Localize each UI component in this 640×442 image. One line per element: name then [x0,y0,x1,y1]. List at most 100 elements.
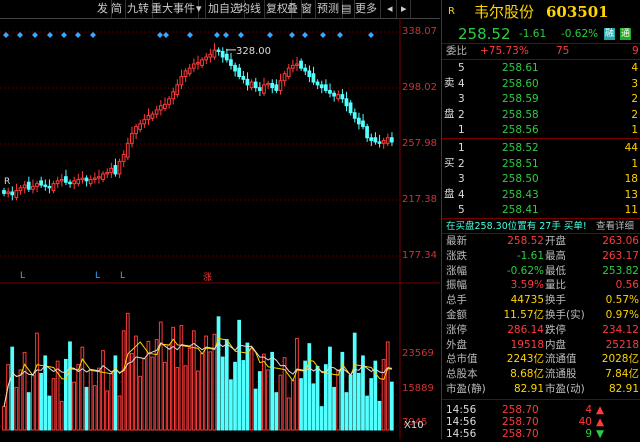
bid-level: 3 [458,173,465,185]
event-diamond [3,32,9,38]
sell-label-1: 卖 [444,76,639,91]
bid-price: 258.52 [502,142,539,154]
candle-body [113,165,118,175]
volume-bar [134,335,138,431]
stat-label: 最低 [545,264,566,277]
buy-side-label: 盘 [444,188,455,200]
ask-row: 1 258.56 1 [444,123,639,138]
bid-volume: 18 [624,173,638,185]
change-value: -1.61 [519,28,547,40]
sell-label-2: 盘 [444,107,639,122]
stat-row: 金额 11.57亿 换手(实) 0.97% [444,308,639,323]
volume-bar [212,333,217,431]
toolbar-item-3[interactable]: 重大事件 [148,0,199,18]
candle-body [237,67,242,78]
event-diamond [187,32,193,38]
connect-badge[interactable]: 通 [620,28,632,40]
volume-bar [72,381,76,431]
candle-body [253,81,258,89]
volume-bar [18,369,23,431]
toolbar-item-6[interactable]: 均线 [236,0,265,18]
volume-bar [187,347,192,431]
volume-ma10-line [3,342,393,407]
candle-body [138,123,142,130]
volume-bar [105,390,109,431]
weibi-value: +75.73% [480,45,529,57]
candle-body [278,80,283,91]
candle-body [43,184,48,187]
stat-value: 0.97% [605,309,639,321]
toolbar-item-4[interactable]: ▾ [193,0,206,18]
stat-row: 涨跌 -1.61 最高 263.17 [444,249,639,264]
kline-chart-area[interactable]: 发简九转 重大事件 ▾ 加自选 均线 复权叠窗预测 ▤ 更多 ◂ ▸ 328.00 R L L L 涨 33… [0,0,440,439]
stat-value: 82.91 [608,383,639,395]
event-diamond [157,32,163,38]
candle-body [348,102,353,114]
event-diamond [238,32,244,38]
volume-bar [299,378,303,431]
candle-body [142,119,147,125]
toolbar-item-13[interactable]: ◂ [384,0,397,18]
candle-body [323,84,328,91]
toolbar-item-14[interactable]: ▸ [398,0,411,18]
candle-body [282,73,287,82]
chart-marker: L [20,271,25,281]
volume-bar [113,355,118,431]
candle-body [295,63,299,66]
event-diamond [61,32,67,38]
stat-label: 市盈(动) [545,383,585,395]
candle-body [385,137,390,144]
candle-body [187,67,192,75]
candle-body [76,178,81,185]
candle-body [377,141,382,144]
volume-bar [55,360,60,431]
volume-bar [303,360,308,431]
toolbar-item-12[interactable]: 更多 [352,0,381,18]
volume-axis-tick: X10 [404,420,424,431]
tick-time: 14:56 [446,428,477,440]
volume-bar [97,367,101,431]
sell-side-label: 盘 [444,108,455,120]
candle-body [220,50,225,58]
stat-row: 涨停 286.14 跌停 234.12 [444,323,639,338]
quote-panel: R 韦尔股份 603501 258.52 -1.61 -0.62% 融 通 委比… [441,0,640,440]
candle-body [68,181,72,185]
candle-body [274,84,279,91]
margin-badge[interactable]: 融 [604,28,616,40]
volume-bar [14,386,19,431]
stat-value: -0.62% [506,264,544,277]
stat-value: 253.82 [602,264,639,277]
stat-label: 总市值 [446,353,478,366]
volume-bar [109,372,114,431]
volume-bar [295,337,299,431]
weicha-right: 9 [632,45,639,57]
stat-label: 最新 [446,235,467,247]
candle-body [270,82,275,89]
candle-body [150,113,155,119]
stat-value: 258.52 [507,235,544,247]
bid-row: 5 258.41 11 [444,203,639,218]
candle-body [84,177,89,182]
volume-ma5-line [3,337,393,407]
volume-bar [266,369,270,431]
volume-bar [30,374,35,431]
volume-bar [51,378,56,431]
volume-bar [224,339,229,431]
volume-bar [323,364,328,431]
volume-bar [10,346,15,431]
candle-body [30,185,35,190]
candle-body [146,114,151,121]
buy-label-1: 买 [444,156,639,171]
volume-bar [278,374,283,431]
volume-bar [319,406,324,431]
candle-body [249,81,254,89]
candle-body [245,78,250,86]
notice-detail-link[interactable]: 查看详细 [596,219,634,234]
kline-svg[interactable]: 328.00 R L L L 涨 [0,0,440,439]
volume-bar [2,406,6,431]
volume-bar [158,321,163,431]
volume-bar [257,371,262,431]
stat-row: 外盘 19518 内盘 25218 [444,338,639,353]
candle-body [365,126,369,139]
volume-bar [328,346,332,431]
